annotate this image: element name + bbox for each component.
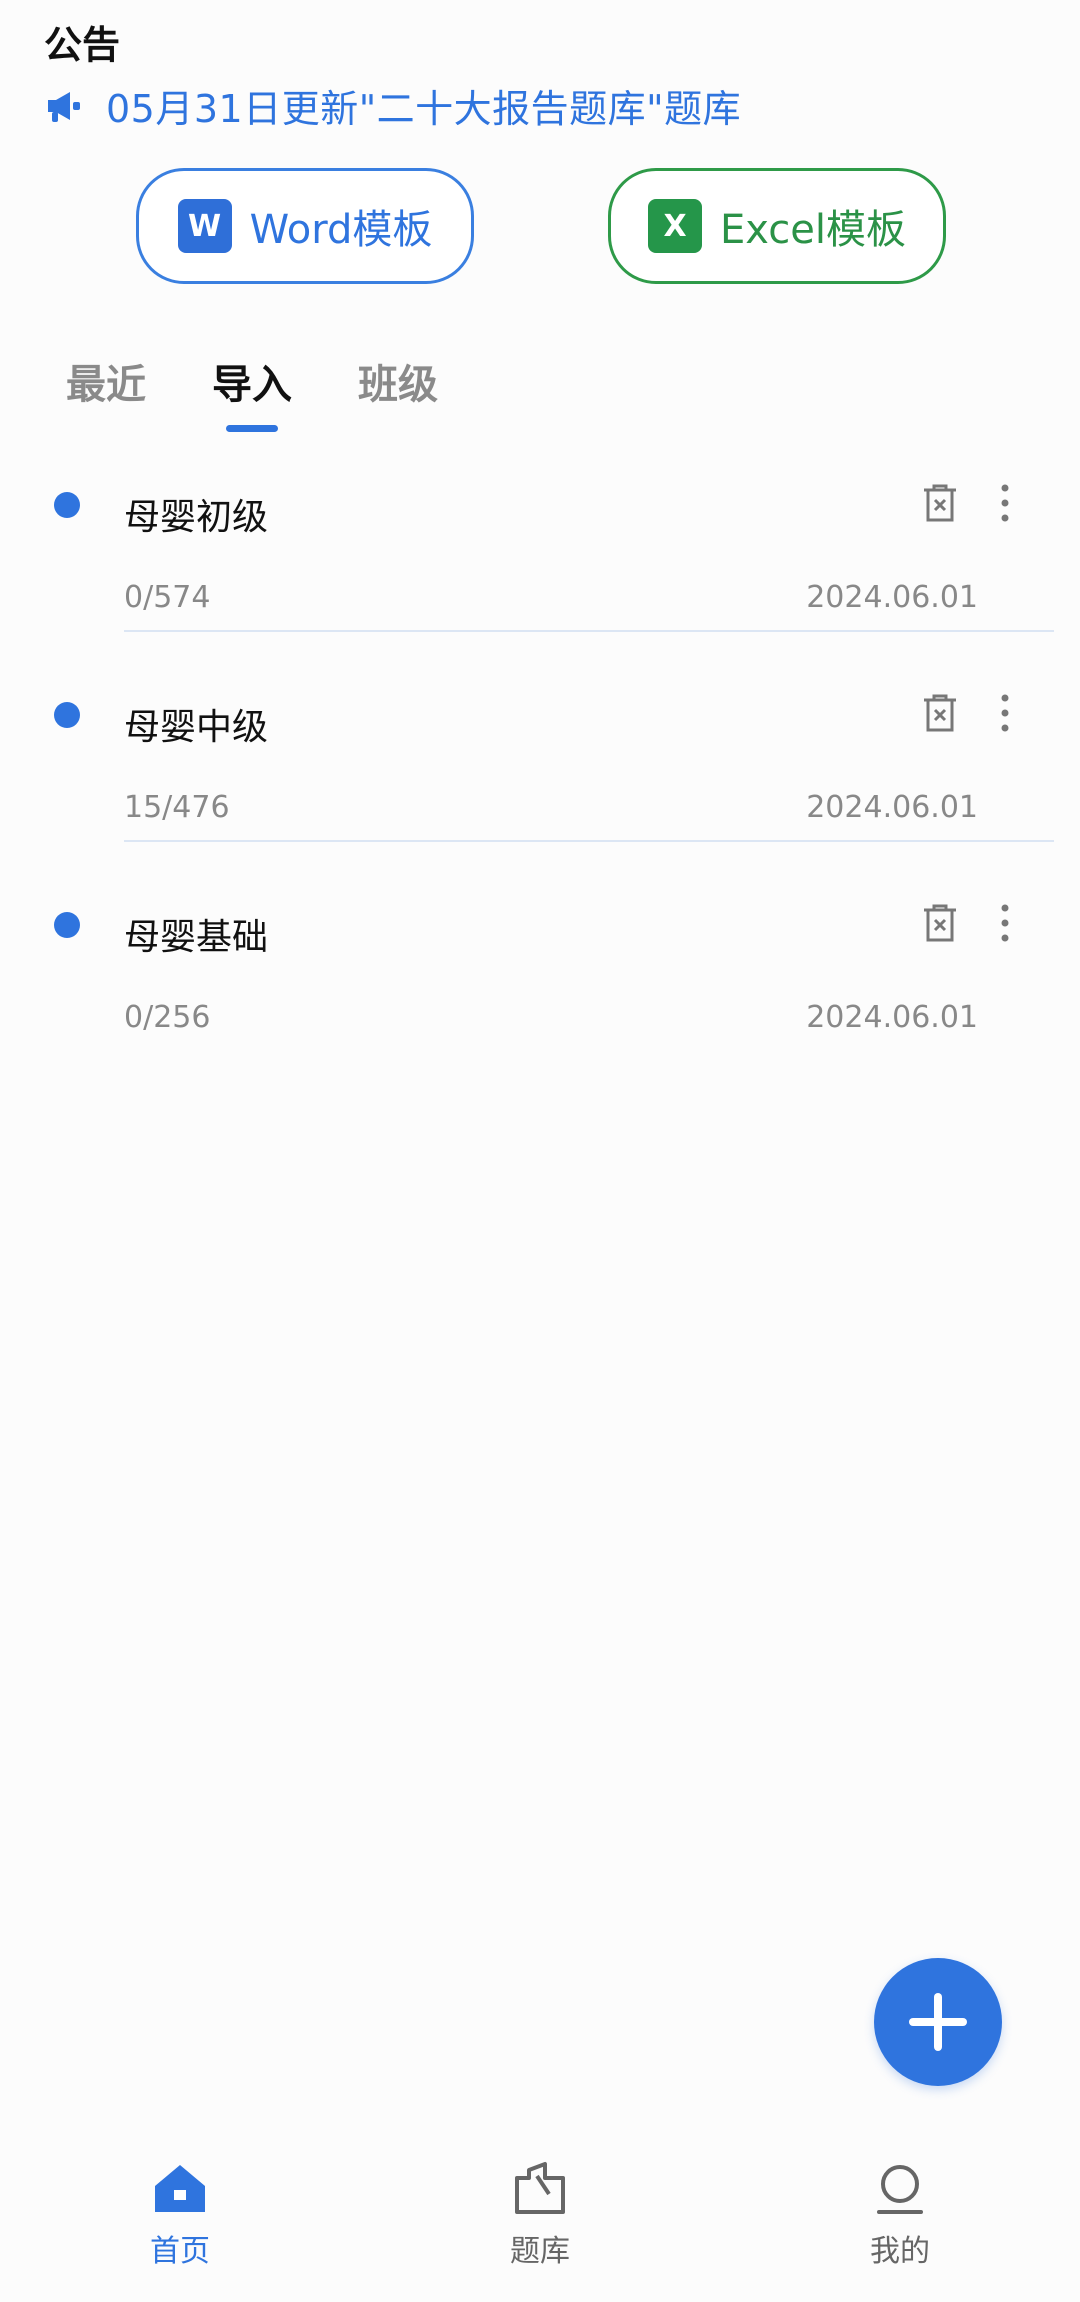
word-icon: W bbox=[177, 199, 232, 253]
more-options-icon[interactable] bbox=[990, 900, 1020, 946]
status-dot bbox=[54, 912, 80, 938]
tab-bar: 最近 导入 班级 bbox=[66, 352, 504, 432]
item-name: 母婴中级 bbox=[124, 707, 269, 748]
nav-home[interactable]: 首页 bbox=[0, 2112, 360, 2302]
bottom-nav: 首页 题库 我的 bbox=[0, 2112, 1080, 2302]
nav-profile-label: 我的 bbox=[870, 2234, 930, 2269]
item-progress: 15/476 bbox=[124, 790, 230, 825]
list-item[interactable]: 母婴基础 0/256 2024.06.01 bbox=[0, 880, 1080, 1090]
question-bank-list: 母婴初级 0/574 2024.06.01 母婴中级 15/476 2024.0… bbox=[0, 460, 1080, 1090]
delete-icon[interactable] bbox=[920, 482, 960, 526]
item-progress: 0/256 bbox=[124, 1000, 211, 1035]
tab-class[interactable]: 班级 bbox=[358, 352, 438, 410]
nav-question-bank[interactable]: 题库 bbox=[360, 2112, 720, 2302]
more-options-icon[interactable] bbox=[990, 480, 1020, 526]
more-options-icon[interactable] bbox=[990, 690, 1020, 736]
plus-icon bbox=[909, 1993, 967, 2051]
list-item[interactable]: 母婴初级 0/574 2024.06.01 bbox=[0, 460, 1080, 670]
nav-question-bank-label: 题库 bbox=[510, 2234, 570, 2269]
item-date: 2024.06.01 bbox=[806, 1000, 978, 1035]
megaphone-icon bbox=[44, 86, 84, 126]
item-name: 母婴初级 bbox=[124, 497, 269, 538]
home-screen: 公告 05月31日更新"二十大报告题库"题库 W Word模板 X Excel模… bbox=[0, 0, 1080, 2302]
item-date: 2024.06.01 bbox=[806, 580, 978, 615]
announcement-text: 05月31日更新"二十大报告题库"题库 bbox=[106, 87, 742, 131]
tab-recent[interactable]: 最近 bbox=[66, 352, 146, 410]
excel-template-button[interactable]: X Excel模板 bbox=[608, 168, 946, 284]
profile-icon bbox=[877, 2165, 923, 2214]
item-progress: 0/574 bbox=[124, 580, 211, 615]
item-name: 母婴基础 bbox=[124, 917, 269, 958]
add-button[interactable] bbox=[874, 1958, 1002, 2086]
announcement-banner[interactable]: 05月31日更新"二十大报告题库"题库 bbox=[44, 78, 741, 133]
delete-icon[interactable] bbox=[920, 692, 960, 736]
delete-icon[interactable] bbox=[920, 902, 960, 946]
question-bank-icon bbox=[515, 2162, 565, 2214]
nav-home-label: 首页 bbox=[150, 2234, 210, 2269]
excel-icon: X bbox=[648, 199, 703, 253]
word-template-label: Word模板 bbox=[249, 207, 433, 253]
tab-import[interactable]: 导入 bbox=[212, 352, 292, 432]
list-item[interactable]: 母婴中级 15/476 2024.06.01 bbox=[0, 670, 1080, 880]
excel-template-label: Excel模板 bbox=[720, 207, 906, 253]
status-dot bbox=[54, 492, 80, 518]
status-dot bbox=[54, 702, 80, 728]
word-template-button[interactable]: W Word模板 bbox=[136, 168, 474, 284]
divider bbox=[124, 630, 1054, 632]
nav-profile[interactable]: 我的 bbox=[720, 2112, 1080, 2302]
announcement-title: 公告 bbox=[44, 23, 121, 67]
home-icon bbox=[155, 2165, 205, 2212]
item-date: 2024.06.01 bbox=[806, 790, 978, 825]
divider bbox=[124, 840, 1054, 842]
